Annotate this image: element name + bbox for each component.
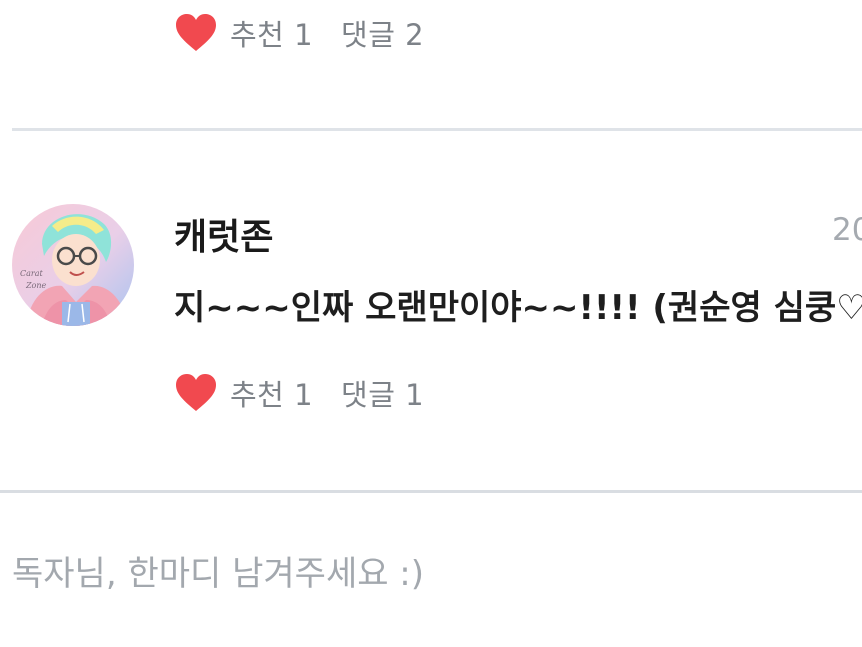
reply-count-label[interactable]: 댓글 1 [341,372,424,414]
heart-icon[interactable] [174,373,218,413]
comment-input[interactable] [12,546,842,602]
heart-icon[interactable] [174,13,218,53]
svg-text:Carat: Carat [20,269,43,278]
comment-date: 20 [832,212,862,248]
like-count-label[interactable]: 추천 1 [230,12,313,54]
input-divider [0,490,862,493]
comment-username[interactable]: 캐럿존 [174,208,273,260]
previous-comment-actions: 추천 1 댓글 2 [174,10,424,56]
reply-count-label[interactable]: 댓글 2 [341,12,424,54]
comment-actions: 추천 1 댓글 1 [174,370,424,416]
avatar[interactable]: Carat Zone [12,204,134,326]
comment-divider [12,128,862,131]
svg-text:Zone: Zone [25,281,47,290]
comment-text: 지~~~인짜 오랜만이야~~!!!! (권순영 심쿵♡) [174,288,862,328]
like-count-label[interactable]: 추천 1 [230,372,313,414]
